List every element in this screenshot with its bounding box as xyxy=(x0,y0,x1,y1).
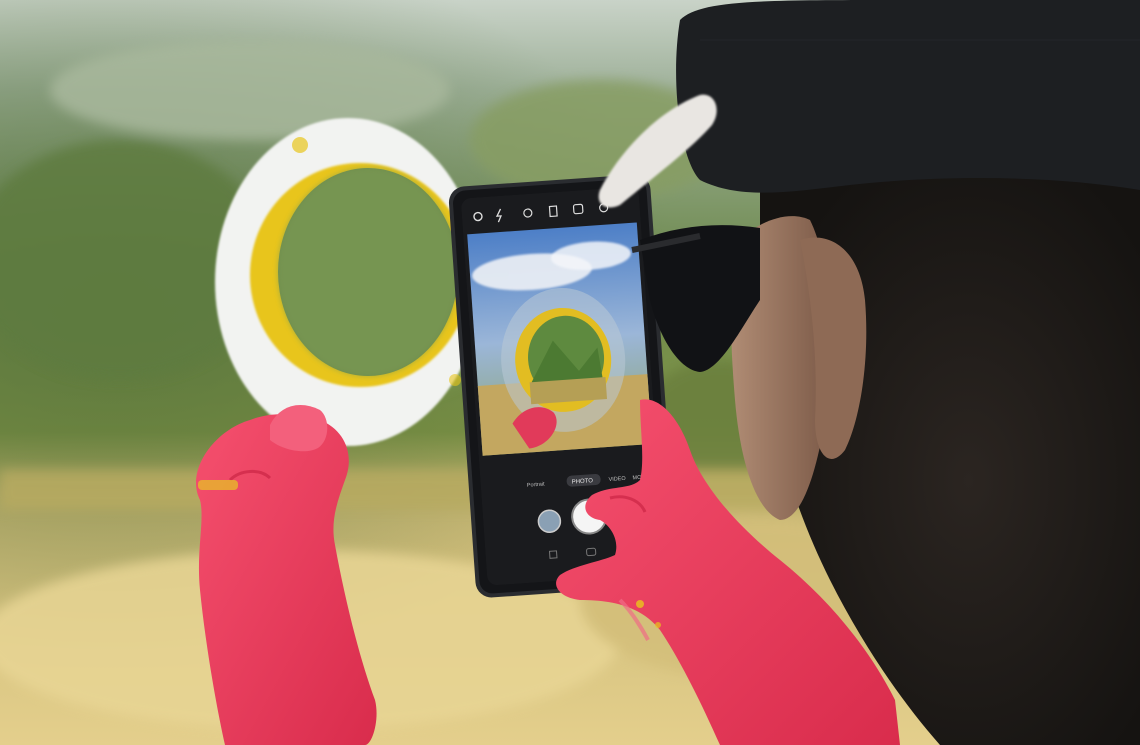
camera-viewfinder xyxy=(467,222,653,456)
mode-video[interactable]: VIDEO xyxy=(608,476,626,483)
painted-paper-ring xyxy=(215,118,481,446)
mode-portrait[interactable]: Portrait xyxy=(527,482,546,489)
gallery-thumbnail[interactable] xyxy=(537,509,562,534)
photo-scene: Portrait PHOTO VIDEO MORE xyxy=(0,0,1140,745)
